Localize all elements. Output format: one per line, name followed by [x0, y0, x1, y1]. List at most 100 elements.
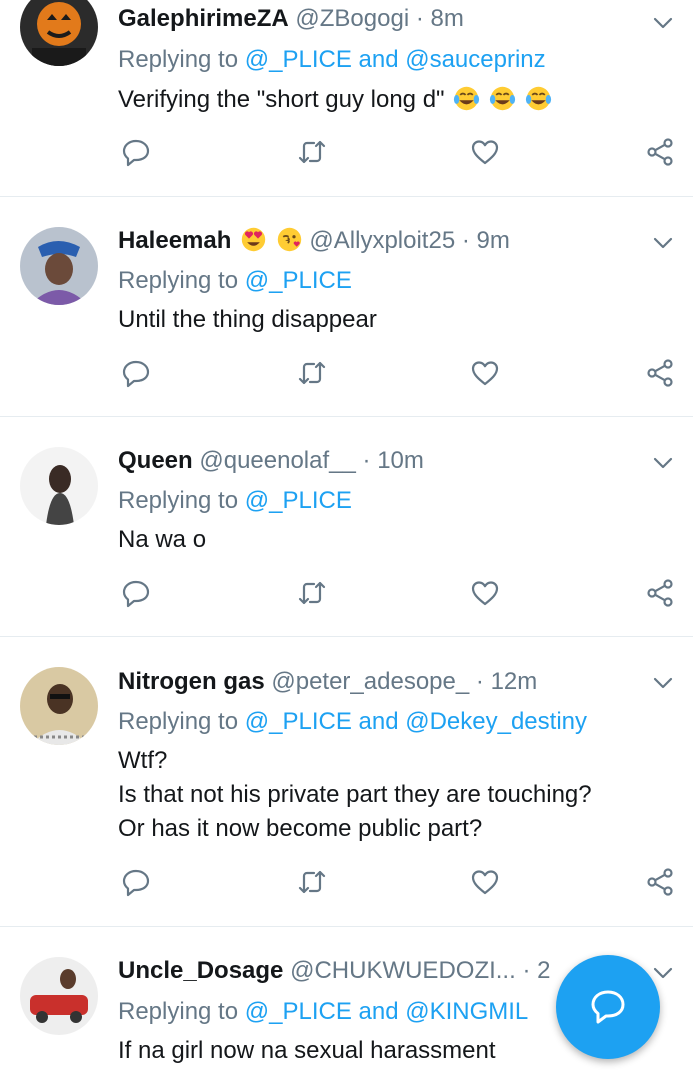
like-button[interactable] — [469, 577, 501, 609]
like-button[interactable] — [469, 357, 501, 389]
tweet-text-line: Or has it now become public part? — [118, 815, 483, 842]
mention-link[interactable]: @_PLICE — [245, 708, 352, 735]
separator: · — [362, 447, 371, 474]
avatar[interactable] — [20, 957, 98, 1035]
tweet-header: Uncle_Dosage @CHUKWUEDOZI... · 2 — [118, 956, 550, 986]
mention-link[interactable]: @_PLICE — [245, 487, 352, 514]
display-name[interactable]: Nitrogen gas — [118, 668, 265, 695]
mention-link[interactable]: @sauceprinz — [405, 46, 545, 73]
avatar[interactable] — [20, 667, 98, 745]
face-with-tears-of-joy-icon — [525, 86, 551, 111]
retweet-icon — [298, 140, 326, 164]
tweet[interactable]: Queen @queenolaf__ · 10m Replying to @_P… — [0, 417, 693, 637]
separator: · — [475, 668, 484, 695]
tweet-text-line: Is that not his private part they are to… — [118, 781, 592, 808]
reply-button[interactable] — [120, 136, 152, 168]
avatar-image — [20, 227, 98, 305]
reply-button[interactable] — [120, 357, 152, 389]
heart-icon — [471, 361, 499, 386]
separator: · — [522, 957, 531, 984]
display-name[interactable]: Queen — [118, 447, 193, 474]
tweet-text: Na wa o — [118, 523, 206, 557]
avatar-image — [20, 957, 98, 1035]
share-button[interactable] — [644, 866, 676, 898]
timestamp[interactable]: 2 — [537, 957, 550, 984]
retweet-button[interactable] — [296, 357, 328, 389]
timestamp[interactable]: 10m — [377, 447, 424, 474]
replying-to: Replying to @_PLICE and @KINGMIL — [118, 997, 528, 1027]
mention-link[interactable]: @_PLICE — [245, 46, 352, 73]
display-name[interactable]: Haleemah — [118, 227, 231, 254]
avatar[interactable] — [20, 227, 98, 305]
tweet[interactable]: Nitrogen gas @peter_adesope_ · 12m Reply… — [0, 637, 693, 927]
replying-prefix: Replying to — [118, 998, 239, 1025]
share-button[interactable] — [644, 357, 676, 389]
retweet-button[interactable] — [296, 577, 328, 609]
timestamp[interactable]: 12m — [491, 668, 538, 695]
reply-icon — [122, 580, 150, 608]
user-handle[interactable]: @peter_adesope_ — [271, 668, 469, 695]
retweet-icon — [298, 870, 326, 894]
share-button[interactable] — [644, 577, 676, 609]
display-name[interactable]: Uncle_Dosage — [118, 957, 283, 984]
mention-link[interactable]: @_PLICE — [245, 267, 352, 294]
timestamp[interactable]: 9m — [477, 227, 510, 254]
avatar[interactable] — [20, 447, 98, 525]
mention-link[interactable]: @KINGMIL — [405, 998, 528, 1025]
tweet-header: Nitrogen gas @peter_adesope_ · 12m — [118, 667, 537, 697]
tweet-text-line: Until the thing disappear — [118, 306, 377, 333]
user-handle[interactable]: @queenolaf__ — [199, 447, 356, 474]
replying-prefix: Replying to — [118, 46, 239, 73]
mention-joiner: and — [358, 708, 399, 735]
retweet-button[interactable] — [296, 866, 328, 898]
share-button[interactable] — [644, 136, 676, 168]
share-icon — [647, 138, 673, 166]
user-handle[interactable]: @CHUKWUEDOZI... — [290, 957, 516, 984]
face-blowing-a-kiss-icon — [277, 227, 301, 252]
mention-link[interactable]: @_PLICE — [245, 998, 352, 1025]
mention-joiner: and — [358, 998, 399, 1025]
chevron-down-icon[interactable] — [650, 450, 676, 476]
reply-icon — [122, 139, 150, 167]
share-icon — [647, 579, 673, 607]
user-handle[interactable]: @Allyxploit25 — [309, 227, 455, 254]
face-with-tears-of-joy-icon — [454, 86, 480, 111]
avatar[interactable] — [20, 0, 98, 66]
replying-to: Replying to @_PLICE — [118, 486, 352, 516]
tweet-text-line: If na girl now na sexual harassment — [118, 1037, 496, 1064]
retweet-button[interactable] — [296, 136, 328, 168]
tweet-text-line: Wtf? — [118, 747, 168, 774]
like-button[interactable] — [469, 136, 501, 168]
tweet[interactable]: GalephirimeZA @ZBogogi · 8m Replying to … — [0, 0, 693, 197]
chevron-down-icon[interactable] — [650, 230, 676, 256]
tweet-text: Verifying the "short guy long d" — [118, 83, 552, 117]
mention-link[interactable]: @Dekey_destiny — [405, 708, 587, 735]
replying-prefix: Replying to — [118, 708, 239, 735]
compose-reply-button[interactable] — [556, 955, 660, 1059]
user-handle[interactable]: @ZBogogi — [295, 5, 409, 32]
reply-button[interactable] — [120, 866, 152, 898]
timestamp[interactable]: 8m — [431, 5, 464, 32]
display-name[interactable]: GalephirimeZA — [118, 5, 289, 32]
avatar-image — [20, 447, 98, 525]
tweet-actions — [0, 577, 693, 611]
tweet-text: If na girl now na sexual harassment — [118, 1034, 496, 1068]
chevron-down-icon[interactable] — [650, 670, 676, 696]
reply-button[interactable] — [120, 577, 152, 609]
replying-to: Replying to @_PLICE and @Dekey_destiny — [118, 707, 587, 737]
smiling-face-with-heart-eyes-icon — [241, 227, 266, 252]
chevron-down-icon[interactable] — [650, 10, 676, 36]
tweet-text: Wtf? Is that not his private part they a… — [118, 744, 592, 846]
mention-joiner: and — [358, 46, 399, 73]
replying-prefix: Replying to — [118, 267, 239, 294]
tweet-text: Until the thing disappear — [118, 303, 377, 337]
tweet-header: Haleemah @Allyxploit25 · 9m — [118, 226, 510, 256]
replying-prefix: Replying to — [118, 487, 239, 514]
tweet-header: Queen @queenolaf__ · 10m — [118, 446, 424, 476]
tweet[interactable]: Haleemah @Allyxploit25 · 9m Replying to … — [0, 197, 693, 417]
like-button[interactable] — [469, 866, 501, 898]
avatar-image — [20, 0, 98, 66]
tweet-text-line: Verifying the "short guy long d" — [118, 86, 445, 113]
face-with-tears-of-joy-icon — [489, 86, 516, 111]
separator: · — [415, 5, 424, 32]
